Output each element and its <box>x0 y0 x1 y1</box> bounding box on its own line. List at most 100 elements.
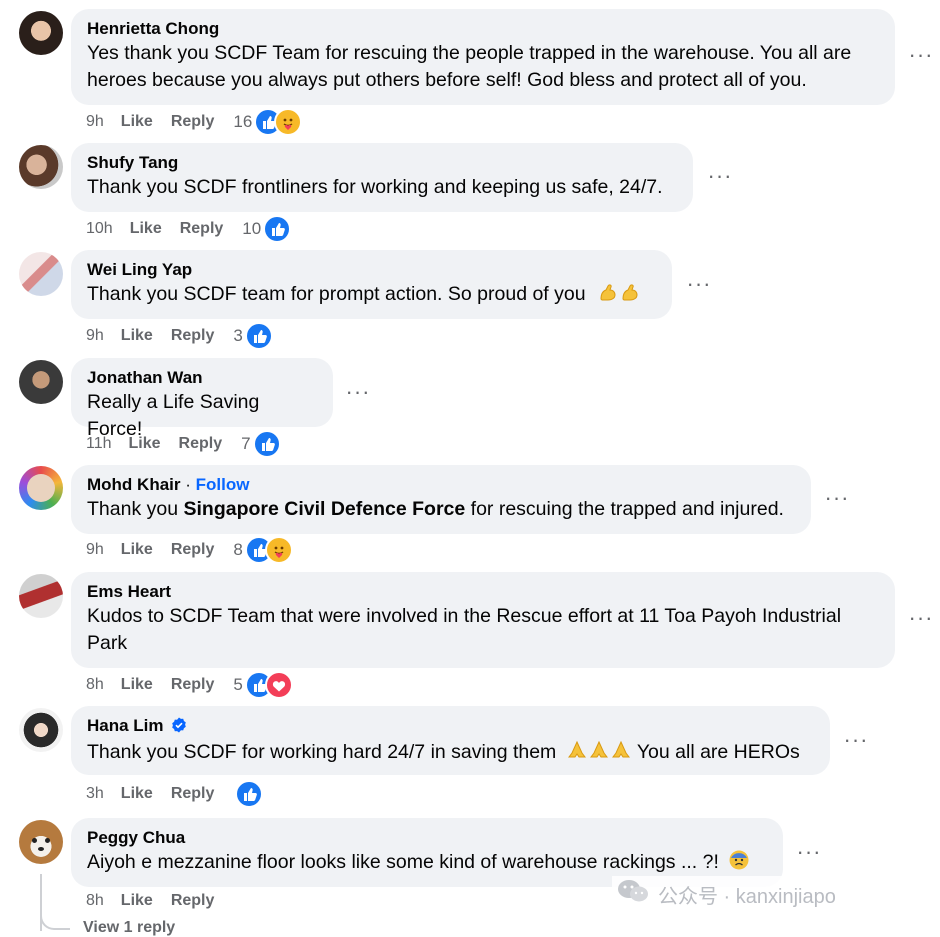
more-options-icon[interactable]: ··· <box>843 729 869 759</box>
folded-hands-emoji-icon <box>588 739 610 769</box>
avatar[interactable] <box>19 574 63 618</box>
comment-actions: 9h Like Reply 8 <box>86 536 293 564</box>
more-options-icon[interactable]: ··· <box>908 44 934 74</box>
thread-connector-curve <box>40 900 70 930</box>
like-button[interactable]: Like <box>121 113 153 131</box>
comment-author-name[interactable]: Mohd Khair <box>87 475 181 494</box>
comment-text: Thank you Singapore Civil Defence Force … <box>87 496 795 523</box>
comment-text: Thank you SCDF frontliners for working a… <box>87 176 663 198</box>
comment-author: Hana Lim <box>87 715 814 739</box>
comment-text-before: Thank you <box>87 498 179 520</box>
comment-time[interactable]: 9h <box>86 541 104 559</box>
love-reaction-icon <box>264 671 293 699</box>
avatar[interactable] <box>19 708 63 752</box>
comment-text: Thank you SCDF for working hard 24/7 in … <box>87 739 814 769</box>
avatar[interactable] <box>19 466 63 510</box>
comment-author[interactable]: Jonathan Wan <box>87 367 317 389</box>
more-options-icon[interactable]: ··· <box>824 487 850 517</box>
like-button[interactable]: Like <box>121 676 153 694</box>
reaction-count[interactable]: 3 <box>233 326 242 346</box>
comment-actions: 3h Like Reply <box>86 780 264 808</box>
comment-text: Kudos to SCDF Team that were involved in… <box>87 605 842 654</box>
more-options-icon[interactable]: ··· <box>686 273 712 303</box>
comment-author[interactable]: Shufy Tang <box>87 152 677 174</box>
reaction-count[interactable]: 16 <box>233 112 252 132</box>
comment-author[interactable]: Henrietta Chong <box>87 18 879 40</box>
reply-button[interactable]: Reply <box>171 327 215 345</box>
comment-bubble: Ems Heart Kudos to SCDF Team that were i… <box>71 572 895 668</box>
comment-time[interactable]: 8h <box>86 676 104 694</box>
like-reaction-icon <box>252 430 281 458</box>
like-button[interactable]: Like <box>121 541 153 559</box>
more-options-icon[interactable]: ··· <box>796 841 822 871</box>
comment-text: Yes thank you SCDF Team for rescuing the… <box>87 42 852 91</box>
comment-bubble: Shufy Tang Thank you SCDF frontliners fo… <box>71 143 693 212</box>
comment-text-before: Thank you SCDF for working hard 24/7 in … <box>87 741 557 763</box>
avatar[interactable] <box>19 11 63 55</box>
reply-button[interactable]: Reply <box>171 892 215 910</box>
comment-time[interactable]: 9h <box>86 113 104 131</box>
comment-author[interactable]: Ems Heart <box>87 581 879 603</box>
reaction-count[interactable]: 10 <box>242 219 261 239</box>
reply-button[interactable]: Reply <box>171 785 215 803</box>
like-button[interactable]: Like <box>130 220 162 238</box>
comment-author[interactable]: Wei Ling Yap <box>87 259 656 281</box>
avatar[interactable] <box>19 145 63 189</box>
watermark-text: 公众号 · kanxinjiapo <box>658 885 836 908</box>
like-reaction-icon <box>263 215 292 243</box>
like-reaction-icon <box>235 780 264 808</box>
care-reaction-icon <box>274 108 303 136</box>
comment-time[interactable]: 9h <box>86 327 104 345</box>
mention-link[interactable]: Singapore Civil Defence Force <box>183 498 465 520</box>
follow-button[interactable]: Follow <box>196 475 250 494</box>
view-replies-link[interactable]: View 1 reply <box>83 919 175 937</box>
comment-text-after: You all are HEROs <box>636 741 800 763</box>
reply-button[interactable]: Reply <box>171 541 215 559</box>
comment-actions: 10h Like Reply 10 <box>86 215 292 243</box>
reply-button[interactable]: Reply <box>179 435 223 453</box>
flexed-biceps-emoji-icon <box>619 281 641 311</box>
comment-bubble: Hana Lim Thank you SCDF for working hard… <box>71 706 830 775</box>
reaction-count[interactable]: 8 <box>233 540 242 560</box>
comment-actions: 9h Like Reply 3 <box>86 322 273 350</box>
folded-hands-emoji-icon <box>566 739 588 769</box>
avatar[interactable] <box>19 252 63 296</box>
comment-time[interactable]: 10h <box>86 220 113 238</box>
follow-separator: · <box>185 475 191 494</box>
comment-time[interactable]: 8h <box>86 892 104 910</box>
reaction-count[interactable]: 5 <box>233 675 242 695</box>
care-reaction-icon <box>264 536 293 564</box>
like-button[interactable]: Like <box>121 785 153 803</box>
comment-bubble: Wei Ling Yap Thank you SCDF team for pro… <box>71 250 672 319</box>
comment-text-after: for rescuing the trapped and injured. <box>470 498 784 520</box>
more-options-icon[interactable]: ··· <box>707 165 733 195</box>
comment-time[interactable]: 3h <box>86 785 104 803</box>
comment-time[interactable]: 11h <box>86 435 112 453</box>
anxious-face-emoji-icon <box>728 849 750 879</box>
comment-author[interactable]: Peggy Chua <box>87 827 767 849</box>
reply-button[interactable]: Reply <box>171 113 215 131</box>
like-button[interactable]: Like <box>129 435 161 453</box>
reaction-count[interactable]: 7 <box>241 434 250 454</box>
like-button[interactable]: Like <box>121 327 153 345</box>
reply-button[interactable]: Reply <box>171 676 215 694</box>
comment-bubble: Jonathan Wan Really a Life Saving Force! <box>71 358 333 440</box>
avatar[interactable] <box>19 820 63 864</box>
comment-text-content: Aiyoh e mezzanine floor looks like some … <box>87 851 719 873</box>
comment-text-content: Thank you SCDF team for prompt action. S… <box>87 283 586 305</box>
comment-actions: 11h Like Reply 7 <box>86 430 281 458</box>
comment-author: Mohd Khair · Follow <box>87 474 795 496</box>
folded-hands-emoji-icon <box>610 739 632 769</box>
comment-actions: 9h Like Reply 16 <box>86 108 303 136</box>
comment-actions: 8h Like Reply <box>86 889 233 913</box>
flexed-biceps-emoji-icon <box>597 281 619 311</box>
avatar[interactable] <box>19 360 63 404</box>
more-options-icon[interactable]: ··· <box>908 607 934 637</box>
reply-button[interactable]: Reply <box>180 220 224 238</box>
comment-author-name[interactable]: Hana Lim <box>87 716 164 735</box>
like-reaction-icon <box>244 322 273 350</box>
watermark: 公众号 · kanxinjiapo <box>612 876 840 912</box>
like-button[interactable]: Like <box>121 892 153 910</box>
wechat-icon <box>616 878 650 910</box>
more-options-icon[interactable]: ··· <box>345 381 371 411</box>
